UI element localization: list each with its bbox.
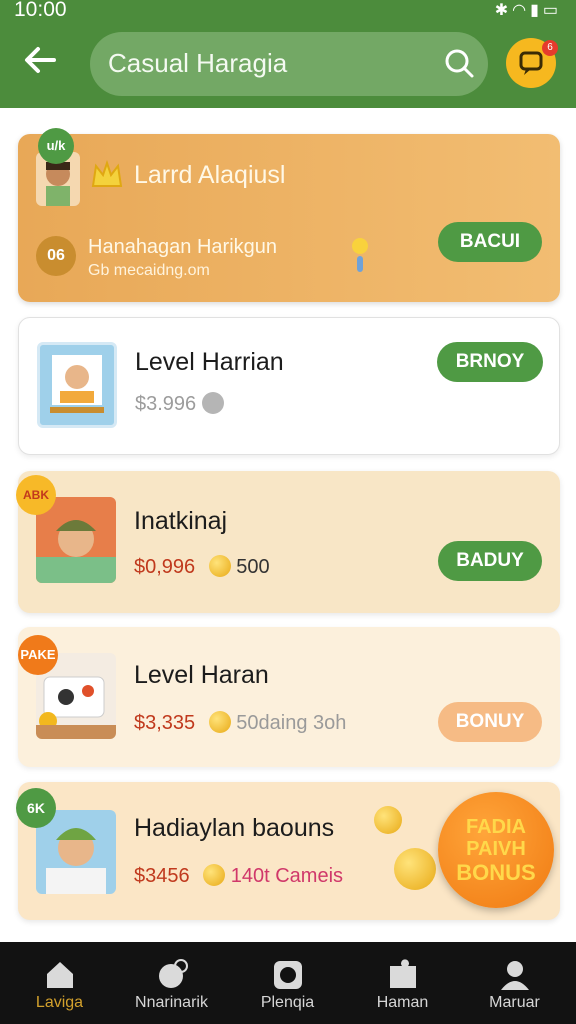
claim-button[interactable]: BACUI — [438, 222, 542, 262]
featured-card[interactable]: u/k Larrd Alaqiusl 06 Hanahagan Harikgun… — [18, 128, 560, 302]
card-thumbnail — [37, 342, 117, 428]
level-card[interactable]: PAKE Level Haran $3,335 50daing 3oh BONU… — [18, 627, 560, 767]
nav-item-home[interactable]: Laviga — [2, 942, 117, 1024]
nav-label: Plenqia — [260, 994, 315, 1011]
price-value: $3.996 — [135, 393, 197, 415]
puzzle-icon — [386, 958, 420, 992]
bonus-seal[interactable]: FADIA PAIVH BONUS — [438, 792, 554, 908]
price-value: $0,996 — [134, 556, 196, 578]
notification-badge: 6 — [542, 40, 558, 56]
card-price: $3,335 50daing 3oh — [134, 711, 346, 735]
search-input-value: Casual Haragia — [108, 48, 288, 78]
reward-value: 500 — [236, 556, 270, 578]
bonus-seal-line-2: PAIVH — [466, 838, 526, 860]
nav-label: Nnarinarik — [135, 994, 208, 1011]
chart-icon — [155, 958, 189, 992]
bottom-nav: Laviga Nnarinarik Plenqia Haman Maruar — [0, 942, 576, 1024]
camera-icon — [271, 958, 305, 992]
nav-item-camera[interactable]: Plenqia — [230, 942, 345, 1024]
card-title: Larrd Alaqiusl — [134, 161, 286, 189]
coin-icon — [208, 555, 231, 577]
card-title: Inatkinaj — [134, 507, 228, 535]
bluetooth-icon: ✱ — [494, 2, 513, 19]
coin-icon — [203, 864, 226, 886]
coin-icon — [208, 711, 231, 733]
coin-icon — [394, 848, 436, 890]
price-value: $3,335 — [134, 712, 196, 734]
reward-value: 50daing 3oh — [236, 712, 347, 734]
card-title: Level Harrian — [135, 348, 284, 376]
notification-icon[interactable]: 6 — [506, 38, 558, 88]
nav-item-puzzle[interactable]: Haman — [345, 942, 460, 1024]
nav-label: Laviga — [35, 994, 84, 1011]
balloon-icon — [350, 234, 370, 274]
bonus-button[interactable]: BONUY — [438, 702, 542, 742]
nav-item-profile[interactable]: Maruar — [457, 942, 572, 1024]
level-card[interactable]: Level Harrian $3.996 BRNOY — [18, 317, 560, 455]
card-badge: PAKE — [18, 635, 58, 675]
status-bar: 10:00 ✱◠▮▭ — [0, 0, 576, 24]
level-card[interactable]: ABK Inatkinaj $0,996 500 BADUY — [16, 471, 560, 613]
status-time: 10:00 — [14, 0, 67, 21]
coin-icon — [374, 806, 404, 834]
nav-label: Maruar — [489, 994, 540, 1011]
card-badge: ABK — [16, 475, 56, 515]
back-arrow-icon[interactable] — [20, 40, 60, 80]
signal-icon: ▮ — [530, 2, 543, 19]
buy-button[interactable]: BADUY — [438, 541, 542, 581]
home-icon — [43, 958, 77, 992]
coin-icon — [201, 392, 224, 414]
card-badge: u/k — [38, 128, 74, 164]
nav-item-chart[interactable]: Nnarinarik — [114, 942, 229, 1024]
search-icon[interactable] — [442, 46, 476, 80]
card-price: $3.996 — [135, 392, 224, 416]
app-bar: Casual Haragia 6 — [0, 24, 576, 108]
buy-button[interactable]: BRNOY — [437, 342, 543, 382]
wifi-icon: ◠ — [512, 2, 531, 19]
search-input[interactable]: Casual Haragia — [90, 32, 488, 96]
card-title: Level Haran — [134, 661, 269, 689]
price-value: $3456 — [134, 865, 190, 887]
card-price: $3456 140t Cameis — [134, 864, 343, 888]
card-title: Hadiaylan baouns — [134, 814, 335, 842]
battery-icon: ▭ — [542, 2, 562, 19]
level-badge: 06 — [36, 236, 76, 276]
card-subtitle: Hanahagan Harikgun — [88, 236, 278, 258]
profile-icon — [498, 958, 532, 992]
bonus-seal-line-3: BONUS — [456, 860, 536, 885]
status-icons: ✱◠▮▭ — [495, 0, 562, 20]
nav-label: Haman — [376, 994, 429, 1011]
card-price: $0,996 500 — [134, 555, 270, 579]
reward-value: 140t Cameis — [230, 865, 344, 887]
card-badge: 6K — [16, 788, 56, 828]
bonus-seal-line-1: FADIA — [466, 816, 526, 838]
crown-icon — [90, 158, 124, 192]
card-caption: Gb mecaidng.om — [88, 262, 210, 279]
